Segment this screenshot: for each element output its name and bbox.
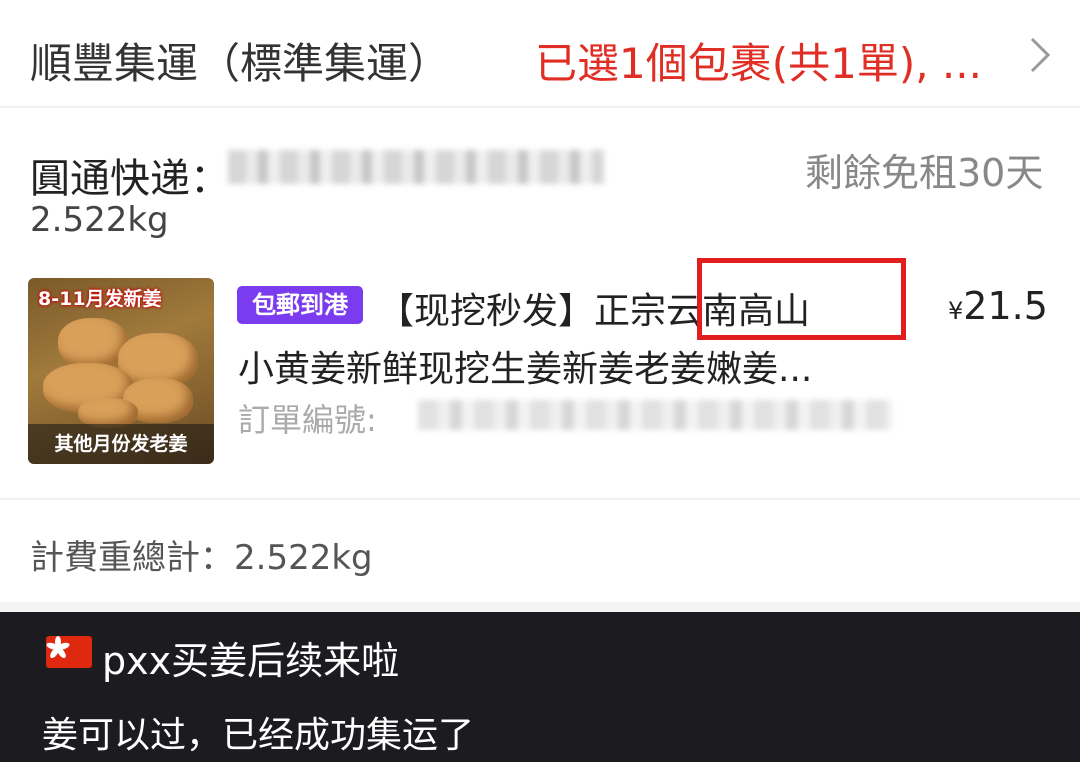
order-number-label: 訂單編號:: [238, 401, 377, 439]
caption-title: pxx买姜后续来啦: [102, 639, 400, 683]
highlight-annotation-box: [697, 258, 906, 340]
caption-body: 姜可以过，已经成功集运了: [42, 715, 475, 756]
tracking-number-redacted: [228, 150, 604, 184]
order-number-redacted: [418, 400, 892, 430]
product-title-line2[interactable]: 小黄姜新鲜现挖生姜新姜老姜嫩姜...: [238, 340, 812, 392]
chargeable-weight-total: 計費重總計：2.522kg: [30, 538, 373, 578]
thumb-bottom-label: 其他月份发老姜: [28, 424, 214, 464]
thumb-top-label: 8-11月发新姜: [38, 288, 162, 310]
chevron-right-icon[interactable]: [1022, 35, 1058, 75]
product-price: ¥21.5: [948, 284, 1048, 328]
free-storage-days: 剩餘免租30天: [805, 151, 1044, 195]
price-currency: ¥: [948, 297, 964, 325]
price-value: 21.5: [963, 284, 1048, 328]
product-thumbnail[interactable]: 8-11月发新姜 其他月份发老姜: [28, 278, 214, 464]
shipping-method-header[interactable]: 順豐集運（標準集運） 已選1個包裹(共1單), ...: [0, 0, 1080, 108]
selected-packages-summary: 已選1個包裹(共1單), ...: [535, 39, 982, 88]
hong-kong-flag-icon: [46, 636, 92, 668]
package-weight: 2.522kg: [30, 200, 169, 240]
free-shipping-badge: 包郵到港: [237, 286, 363, 324]
section-divider: [0, 602, 1080, 612]
carrier-label: 圓通快递：: [30, 156, 230, 202]
shipping-method-title: 順豐集運（標準集運）: [30, 39, 451, 88]
chargeable-weight-row: 計費重總計：2.522kg: [0, 498, 1080, 602]
